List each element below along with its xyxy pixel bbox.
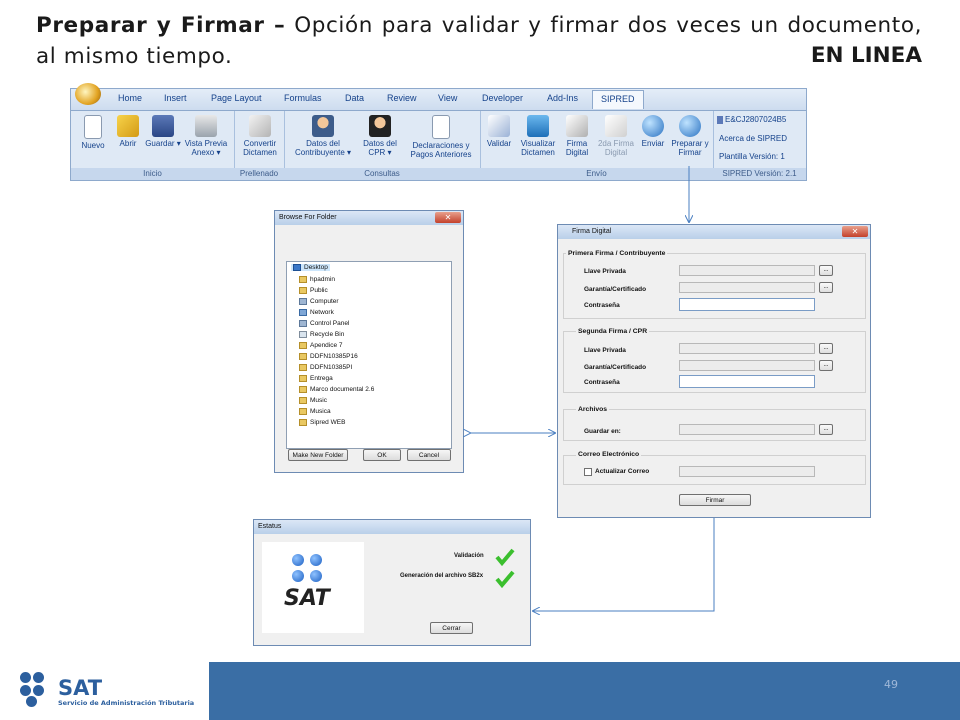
arrow-to-estatus: [533, 518, 715, 611]
footer-sat-logo-icon: [20, 672, 62, 708]
footer-sat-subtitle: Servicio de Administración Tributaria: [58, 699, 195, 707]
footer-bar: [209, 662, 960, 720]
footer-sat-text: SAT: [58, 676, 103, 700]
page-number: 49: [884, 678, 898, 691]
flow-arrows: [0, 166, 715, 720]
